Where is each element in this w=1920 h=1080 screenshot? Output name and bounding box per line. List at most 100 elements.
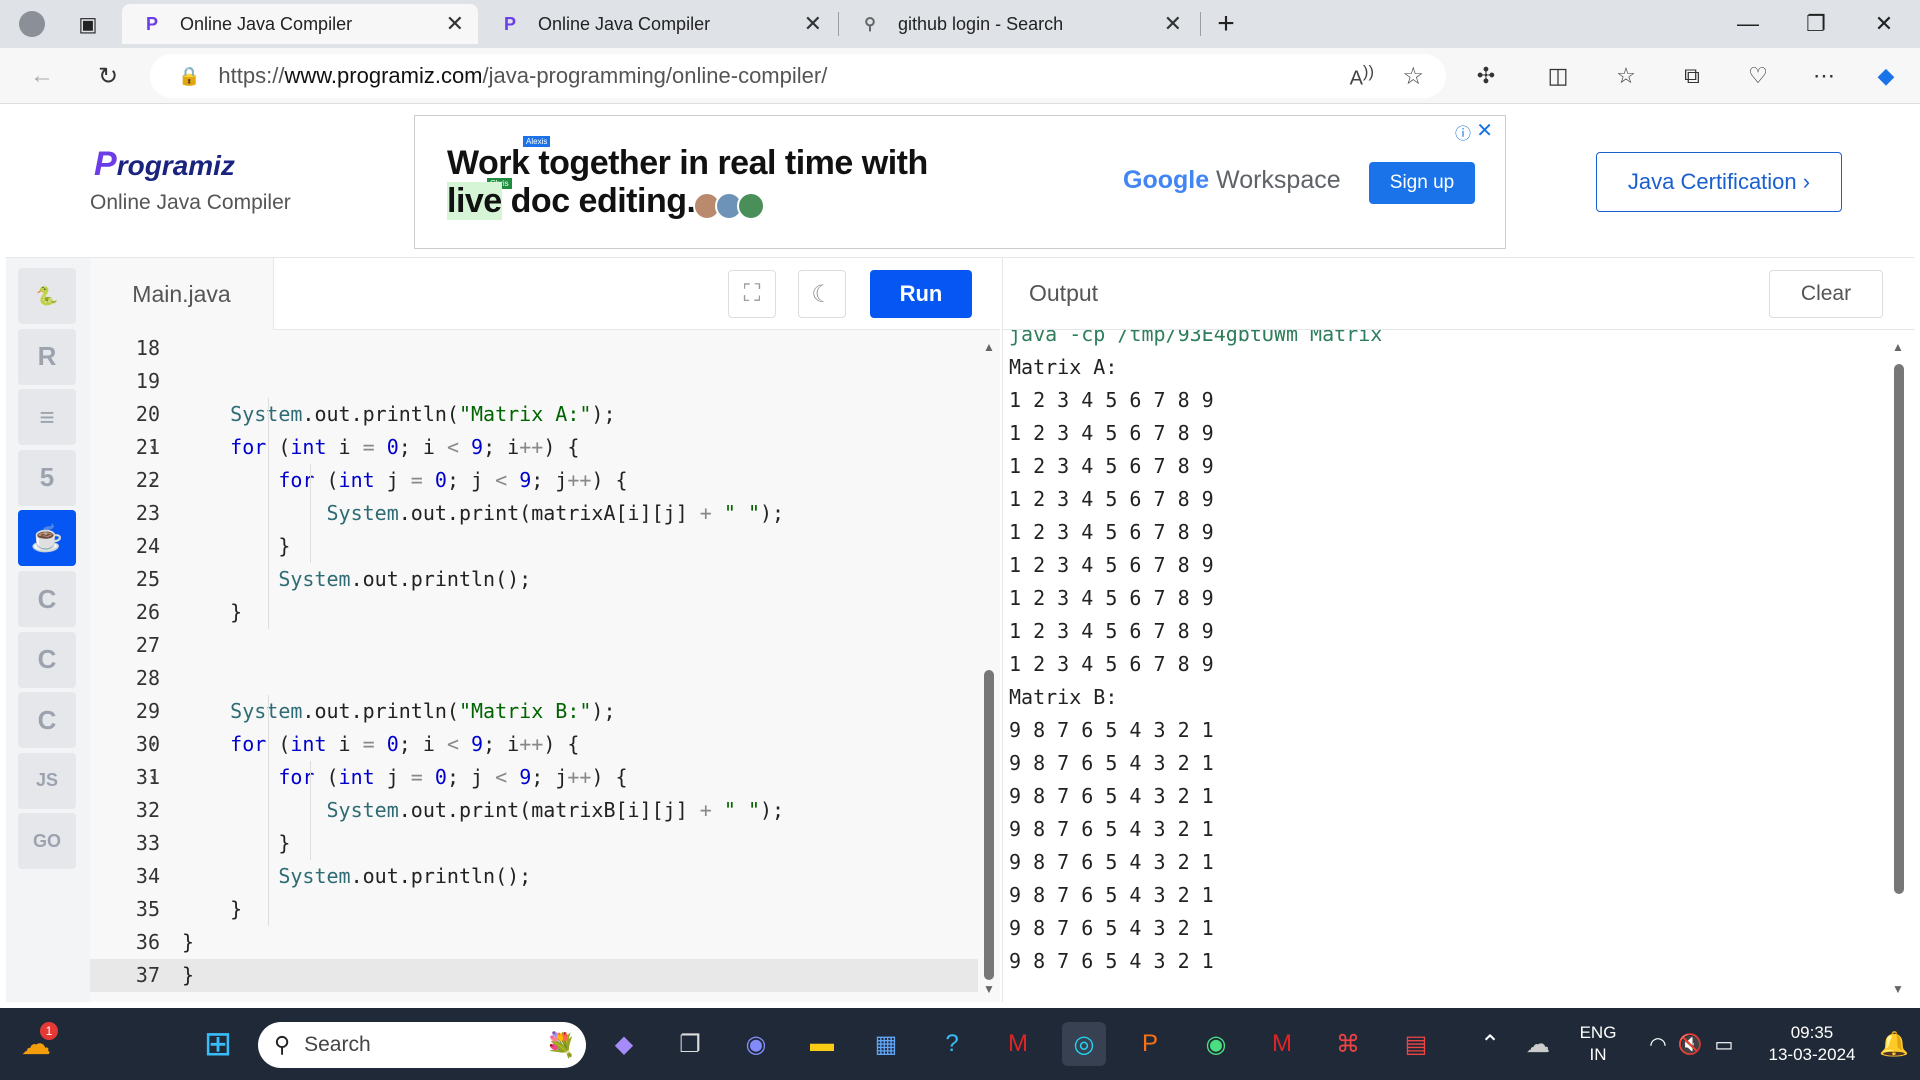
run-button[interactable]: Run bbox=[870, 270, 972, 318]
java-icon[interactable]: ☕ bbox=[18, 510, 76, 567]
close-tab-icon[interactable]: ✕ bbox=[804, 11, 822, 37]
new-tab-icon[interactable]: + bbox=[1206, 4, 1246, 44]
collections-icon[interactable]: ⧉ bbox=[1674, 58, 1710, 94]
code-line[interactable]: 29 System.out.println("Matrix B:"); bbox=[90, 695, 978, 728]
read-aloud-icon[interactable]: A)) bbox=[1350, 62, 1374, 91]
ad-close-icon[interactable]: ✕ bbox=[1476, 118, 1493, 143]
tab-online-java-compiler-1[interactable]: P Online Java Compiler ✕ bbox=[122, 4, 478, 44]
clock[interactable]: 09:35 13-03-2024 bbox=[1752, 1022, 1872, 1066]
chrome-icon[interactable]: ◉ bbox=[1194, 1022, 1238, 1066]
copilot-icon[interactable]: ◆ bbox=[1868, 58, 1904, 94]
code-line[interactable]: 34 System.out.println(); bbox=[90, 860, 978, 893]
code-line[interactable]: 21 ▾ for (int i = 0; i < 9; i++) { bbox=[90, 431, 978, 464]
editor-scroll-thumb[interactable] bbox=[984, 670, 994, 980]
teams-meet-icon[interactable]: ◉ bbox=[734, 1022, 778, 1066]
code-line[interactable]: 28 bbox=[90, 662, 978, 695]
extensions-icon[interactable]: ✣ bbox=[1468, 58, 1504, 94]
code-line[interactable]: 22 ▾ for (int j = 0; j < 9; j++) { bbox=[90, 464, 978, 497]
microsoft-store-icon[interactable]: ▦ bbox=[864, 1022, 908, 1066]
python-icon[interactable]: 🐍 bbox=[18, 268, 76, 324]
code-line[interactable]: 18 bbox=[90, 332, 978, 365]
more-options-icon[interactable]: ⋯ bbox=[1806, 58, 1842, 94]
minimize-icon[interactable]: — bbox=[1728, 8, 1768, 40]
pdf-tool-icon[interactable]: ▤ bbox=[1394, 1022, 1438, 1066]
close-window-icon[interactable]: ✕ bbox=[1864, 8, 1904, 40]
ad-banner[interactable]: Alexis Chris Work together in real time … bbox=[414, 115, 1506, 249]
fullscreen-icon[interactable]: ⛶ bbox=[728, 270, 776, 318]
favorites-icon[interactable]: ☆ bbox=[1608, 58, 1644, 94]
code-line[interactable]: 23 System.out.print(matrixA[i][j] + " ")… bbox=[90, 497, 978, 530]
file-explorer-icon[interactable]: ▬ bbox=[800, 1022, 844, 1066]
fold-toggle-icon[interactable]: ▾ bbox=[150, 464, 157, 497]
editor-scrollbar[interactable]: ▲ ▼ bbox=[978, 330, 1000, 1002]
ad-info-icon[interactable]: ⓘ bbox=[1455, 120, 1471, 144]
scroll-up-icon[interactable]: ▲ bbox=[983, 340, 995, 354]
close-tab-icon[interactable]: ✕ bbox=[1164, 11, 1182, 37]
code-line[interactable]: 25 System.out.println(); bbox=[90, 563, 978, 596]
help-icon[interactable]: ? bbox=[930, 1022, 974, 1066]
weather-icon[interactable]: ☁ 1 bbox=[14, 1022, 58, 1066]
taskbar-search[interactable]: ⚲ Search 💐 bbox=[258, 1022, 586, 1068]
scroll-down-icon[interactable]: ▼ bbox=[1892, 982, 1904, 996]
clear-button[interactable]: Clear bbox=[1769, 270, 1883, 318]
restore-icon[interactable]: ❐ bbox=[1796, 8, 1836, 40]
r-icon[interactable]: R bbox=[18, 328, 76, 385]
sql-icon[interactable]: ≡ bbox=[18, 389, 76, 446]
workspaces-icon[interactable]: ▣ bbox=[68, 4, 108, 44]
tab-github-login-search[interactable]: ⚲ github login - Search ✕ bbox=[840, 4, 1196, 44]
battery-icon[interactable]: ▭ bbox=[1702, 1022, 1746, 1066]
code-line[interactable]: 26 } bbox=[90, 596, 978, 629]
tab-online-java-compiler-2[interactable]: P Online Java Compiler ✕ bbox=[480, 4, 836, 44]
code-line[interactable]: 33 } bbox=[90, 827, 978, 860]
output-scrollbar[interactable]: ▲ ▼ bbox=[1888, 330, 1910, 1002]
browser-essentials-icon[interactable]: ♡ bbox=[1740, 58, 1776, 94]
url-field[interactable]: 🔒 https://www.programiz.com/java-program… bbox=[150, 54, 1446, 98]
cpp-icon[interactable]: C bbox=[18, 631, 76, 688]
favorite-star-icon[interactable]: ☆ bbox=[1402, 62, 1424, 91]
code-line[interactable]: 31 ▾ for (int j = 0; j < 9; j++) { bbox=[90, 761, 978, 794]
c-icon[interactable]: C bbox=[18, 571, 76, 627]
ad-signup-button[interactable]: Sign up bbox=[1369, 162, 1475, 204]
code-line[interactable]: 27 bbox=[90, 629, 978, 662]
programiz-logo[interactable]: Programiz bbox=[94, 145, 235, 184]
csharp-icon[interactable]: C bbox=[18, 692, 76, 749]
code-line[interactable]: 19 bbox=[90, 365, 978, 398]
cloud-sync-icon[interactable]: ☁ bbox=[1516, 1022, 1560, 1066]
java-certification-button[interactable]: Java Certification › bbox=[1596, 152, 1842, 212]
code-line[interactable]: 20 System.out.println("Matrix A:"); bbox=[90, 398, 978, 431]
scroll-down-icon[interactable]: ▼ bbox=[983, 982, 995, 996]
show-hidden-icons[interactable]: ⌃ bbox=[1468, 1022, 1512, 1066]
back-icon[interactable]: ← bbox=[24, 58, 60, 94]
scroll-up-icon[interactable]: ▲ bbox=[1892, 340, 1904, 354]
mcafee-icon-2[interactable]: M bbox=[1260, 1022, 1304, 1066]
fold-toggle-icon[interactable]: ▾ bbox=[150, 431, 157, 464]
js-icon[interactable]: JS bbox=[18, 752, 76, 809]
refresh-icon[interactable]: ↻ bbox=[90, 58, 126, 94]
powerpoint-icon[interactable]: P bbox=[1128, 1022, 1172, 1066]
fold-toggle-icon[interactable]: ▾ bbox=[150, 761, 157, 794]
file-tab-main-java[interactable]: Main.java bbox=[90, 258, 274, 330]
output-scroll-thumb[interactable] bbox=[1894, 364, 1904, 894]
acrobat-icon[interactable]: ⌘ bbox=[1326, 1022, 1370, 1066]
code-line[interactable]: 30 ▾ for (int i = 0; i < 9; i++) { bbox=[90, 728, 978, 761]
fold-toggle-icon[interactable]: ▾ bbox=[150, 728, 157, 761]
code-line[interactable]: 32 System.out.print(matrixB[i][j] + " ")… bbox=[90, 794, 978, 827]
copilot-taskbar-icon[interactable]: ◆ bbox=[602, 1022, 646, 1066]
code-area[interactable]: 18 19 20 System.out.println("Matrix A:"); 2… bbox=[90, 330, 978, 1002]
code-line[interactable]: 35 } bbox=[90, 893, 978, 926]
profile-avatar[interactable] bbox=[12, 4, 52, 44]
language-indicator[interactable]: ENG IN bbox=[1568, 1022, 1628, 1066]
start-icon[interactable]: ⊞ bbox=[196, 1022, 240, 1066]
close-tab-icon[interactable]: ✕ bbox=[446, 11, 464, 37]
edge-icon[interactable]: ◎ bbox=[1062, 1022, 1106, 1066]
go-icon[interactable]: GO bbox=[18, 813, 76, 870]
dark-mode-icon[interactable]: ☾ bbox=[798, 270, 846, 318]
notification-bell-icon[interactable]: 🔔 bbox=[1872, 1022, 1916, 1066]
mcafee-icon[interactable]: M bbox=[996, 1022, 1040, 1066]
html5-icon[interactable]: 5 bbox=[18, 449, 76, 506]
split-screen-icon[interactable]: ◫ bbox=[1540, 58, 1576, 94]
code-line[interactable]: 36} bbox=[90, 926, 978, 959]
task-view-icon[interactable]: ❐ bbox=[668, 1022, 712, 1066]
code-line[interactable]: 37} bbox=[90, 959, 978, 992]
code-line[interactable]: 24 } bbox=[90, 530, 978, 563]
